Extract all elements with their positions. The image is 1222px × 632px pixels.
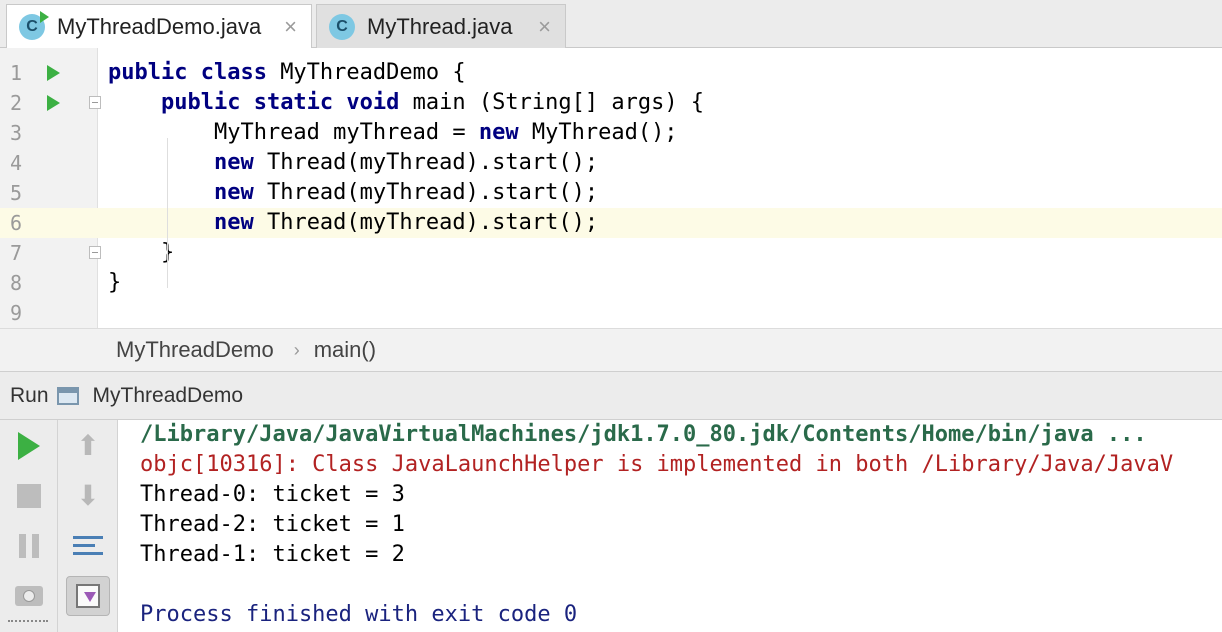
code-text: new Thread(myThread).start();: [213, 150, 599, 175]
code-line[interactable]: 6 new Thread(myThread).start();: [0, 208, 1222, 238]
line-number: 1: [10, 61, 23, 85]
code-line[interactable]: 4 new Thread(myThread).start();: [0, 148, 1222, 178]
editor-tab-bar: C MyThreadDemo.java × C MyThread.java ×: [0, 0, 1222, 48]
run-panel-header: Run MyThreadDemo: [0, 372, 1222, 420]
pause-icon: [18, 534, 40, 558]
java-class-icon: C: [329, 13, 355, 40]
run-config-name[interactable]: MyThreadDemo: [93, 384, 244, 408]
code-text: MyThread myThread = new MyThread();: [108, 120, 678, 145]
line-number: 3: [10, 121, 23, 145]
console-line: objc[10316]: Class JavaLaunchHelper is i…: [140, 452, 1174, 477]
console-line: Thread-2: ticket = 1: [140, 512, 405, 537]
play-icon: [18, 432, 40, 460]
line-number: 7: [10, 241, 23, 265]
indent-guide: [167, 138, 168, 288]
line-number: 6: [10, 211, 23, 235]
code-line[interactable]: 1 public class MyThreadDemo {: [0, 58, 1222, 88]
line-number: 4: [10, 151, 23, 175]
close-icon[interactable]: ×: [538, 14, 551, 40]
line-number: 8: [10, 271, 23, 295]
console-line: Thread-0: ticket = 3: [140, 482, 405, 507]
pause-button[interactable]: [9, 526, 49, 566]
code-text: new Thread(myThread).start();: [213, 210, 599, 235]
tab-mythreaddemo-java[interactable]: C MyThreadDemo.java ×: [6, 4, 312, 48]
java-class-icon: C: [19, 10, 49, 40]
run-gutter-icon[interactable]: [47, 65, 60, 81]
tab-mythread-java[interactable]: C MyThread.java ×: [316, 4, 566, 48]
console-output[interactable]: /Library/Java/JavaVirtualMachines/jdk1.7…: [118, 420, 1222, 632]
more-dots-icon[interactable]: [8, 620, 48, 624]
code-text: new Thread(myThread).start();: [213, 180, 599, 205]
chevron-right-icon: ›: [293, 339, 300, 360]
code-line[interactable]: 9: [0, 298, 1222, 328]
run-toolbar-primary: [0, 420, 58, 632]
console-line: Process finished with exit code 0: [140, 602, 578, 627]
code-editor[interactable]: 1 public class MyThreadDemo { 2 public sta…: [0, 48, 1222, 328]
breadcrumb-class[interactable]: MyThreadDemo: [116, 337, 274, 363]
console-line: Thread-1: ticket = 2: [140, 542, 405, 567]
code-line[interactable]: 5 new Thread(myThread).start();: [0, 178, 1222, 208]
code-text: }: [108, 270, 122, 295]
scroll-up-button[interactable]: ⬆: [68, 426, 108, 466]
run-badge-icon: [40, 10, 49, 23]
run-config-icon: [56, 386, 79, 405]
scroll-to-end-button[interactable]: [66, 576, 110, 616]
code-line[interactable]: 7 }: [0, 238, 1222, 268]
line-number: 5: [10, 181, 23, 205]
run-toolbar-secondary: ⬆ ⬇: [58, 420, 118, 632]
soft-wrap-button[interactable]: [68, 526, 108, 566]
arrow-up-icon: ⬆: [76, 430, 100, 461]
code-line[interactable]: 3 MyThread myThread = new MyThread();: [0, 118, 1222, 148]
tab-label: MyThread.java: [367, 13, 513, 39]
scroll-down-button[interactable]: ⬇: [68, 476, 108, 516]
line-number: 9: [10, 301, 23, 325]
console-line: /Library/Java/JavaVirtualMachines/jdk1.7…: [140, 422, 1147, 447]
close-icon[interactable]: ×: [284, 14, 297, 40]
camera-icon: [15, 586, 43, 606]
line-number: 2: [10, 91, 23, 115]
soft-wrap-icon: [73, 533, 103, 559]
breadcrumb: MyThreadDemo › main(): [0, 328, 1222, 372]
code-line[interactable]: 8}: [0, 268, 1222, 298]
code-text: public class MyThreadDemo {: [108, 60, 466, 85]
fold-icon[interactable]: [89, 246, 101, 259]
scroll-to-end-icon: [76, 584, 100, 608]
run-panel-title: Run: [10, 383, 49, 407]
run-gutter-icon[interactable]: [47, 95, 60, 111]
code-line[interactable]: 2 public static void main (String[] args…: [0, 88, 1222, 118]
arrow-down-icon: ⬇: [76, 480, 100, 511]
rerun-button[interactable]: [9, 426, 49, 466]
breadcrumb-method[interactable]: main(): [314, 337, 376, 363]
code-text: }: [108, 240, 175, 265]
stop-button[interactable]: [9, 476, 49, 516]
stop-icon: [17, 484, 41, 508]
fold-icon[interactable]: [89, 96, 101, 109]
dump-threads-button[interactable]: [9, 576, 49, 616]
tab-label: MyThreadDemo.java: [57, 13, 262, 39]
code-text: public static void main (String[] args) …: [160, 90, 705, 115]
